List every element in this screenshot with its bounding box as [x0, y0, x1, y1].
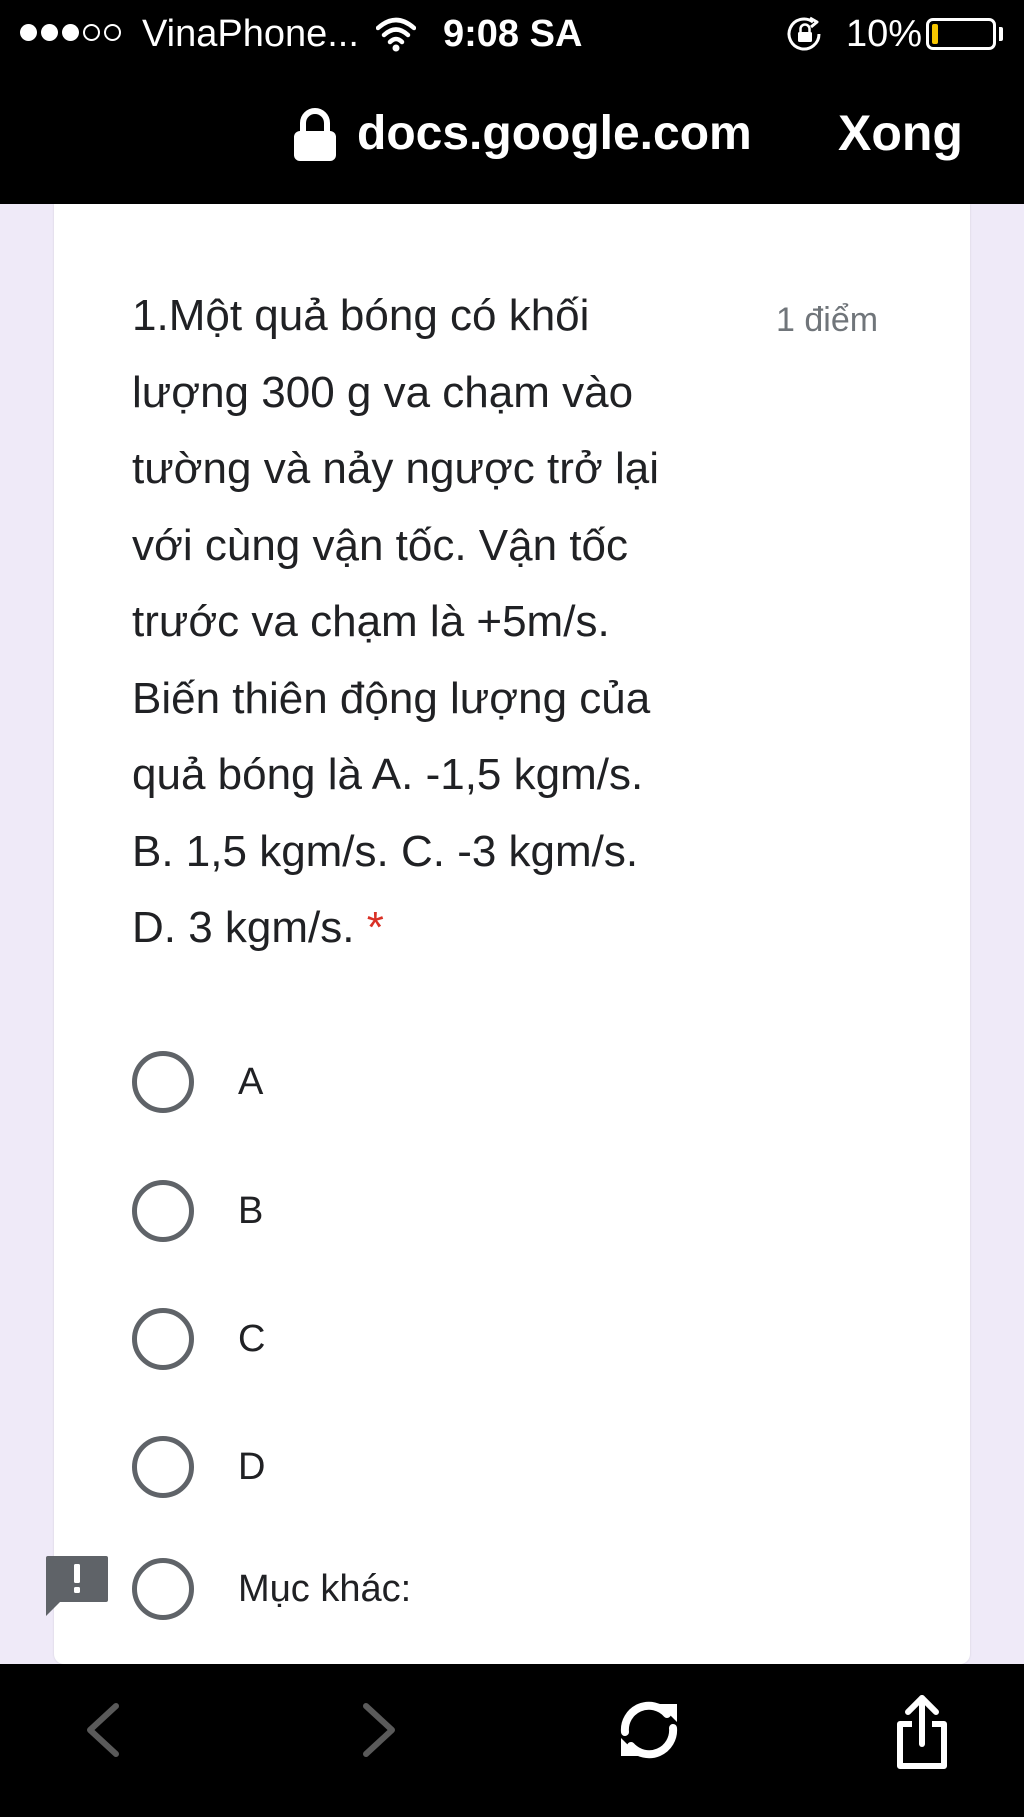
clock: 9:08 SA [443, 13, 583, 55]
signal-dot [62, 24, 79, 41]
feedback-icon[interactable] [44, 1554, 110, 1618]
done-button[interactable]: Xong [838, 104, 963, 162]
radio-button[interactable] [132, 1558, 194, 1620]
option-d[interactable]: D [132, 1432, 265, 1502]
wifi-icon [376, 17, 416, 52]
battery-icon [926, 18, 996, 50]
carrier-name: VinaPhone... [142, 13, 359, 55]
battery-percent: 10% [846, 13, 923, 55]
battery-level-fill [932, 24, 938, 44]
radio-button[interactable] [132, 1051, 194, 1113]
bottom-toolbar [0, 1664, 1024, 1817]
option-label: Mục khác: [238, 1567, 412, 1610]
lock-icon [294, 108, 336, 161]
option-other[interactable]: Mục khác: [132, 1554, 411, 1624]
status-bar: VinaPhone... 9:08 SA 10% [0, 0, 1024, 68]
signal-dot [104, 24, 121, 41]
question-text: 1.Một quả bóng có khối lượng 300 g va ch… [132, 278, 672, 967]
signal-strength-icon [20, 24, 121, 41]
orientation-lock-icon [787, 16, 821, 51]
option-label: B [238, 1189, 264, 1232]
option-label: A [238, 1060, 264, 1103]
signal-dot [20, 24, 37, 41]
option-a[interactable]: A [132, 1047, 263, 1117]
radio-button[interactable] [132, 1308, 194, 1370]
question-points: 1 điểm [776, 301, 879, 339]
option-b[interactable]: B [132, 1176, 263, 1246]
required-mark: * [366, 903, 384, 952]
option-c[interactable]: C [132, 1304, 265, 1374]
radio-button[interactable] [132, 1180, 194, 1242]
url-bar: docs.google.com Xong [0, 68, 1024, 204]
option-label: D [238, 1445, 266, 1488]
question-body: 1.Một quả bóng có khối lượng 300 g va ch… [132, 291, 660, 952]
battery-tip [999, 27, 1003, 41]
option-label: C [238, 1317, 266, 1360]
forward-arrow-icon[interactable] [360, 1702, 400, 1758]
question-card: 1.Một quả bóng có khối lượng 300 g va ch… [54, 204, 970, 1664]
back-arrow-icon[interactable] [82, 1702, 122, 1758]
share-icon[interactable] [894, 1694, 950, 1772]
signal-dot [41, 24, 58, 41]
reload-icon[interactable] [617, 1698, 681, 1762]
url-domain[interactable]: docs.google.com [357, 106, 752, 162]
signal-dot [83, 24, 100, 41]
radio-button[interactable] [132, 1436, 194, 1498]
